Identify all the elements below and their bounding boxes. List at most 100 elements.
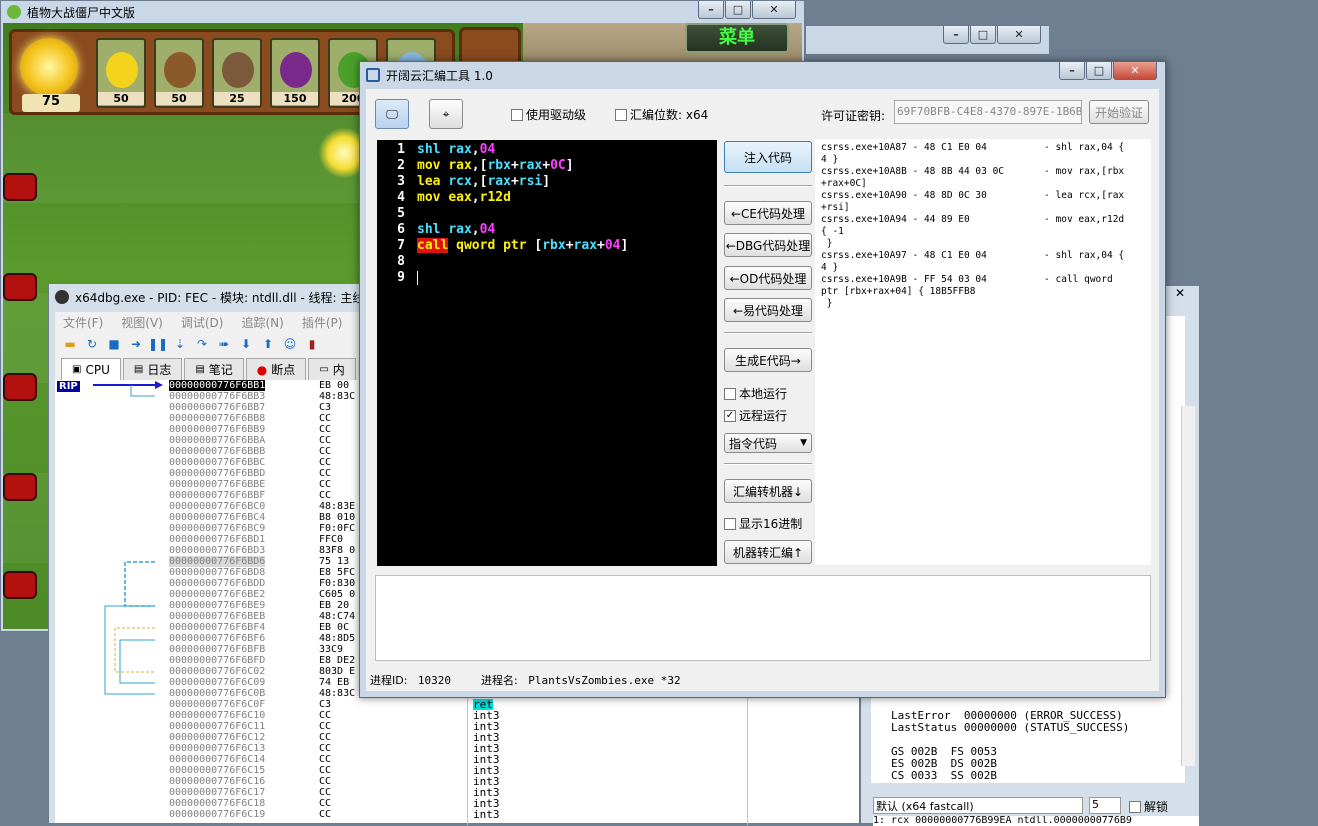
disasm-row[interactable]: 00000000776F6BFD E8 DE2 bbox=[169, 655, 355, 666]
disasm-row[interactable]: 00000000776F6BD8 E8 5FC bbox=[169, 567, 355, 578]
instruction-code-dropdown[interactable]: 指令代码 ▼ bbox=[724, 433, 812, 453]
asm-code-editor[interactable]: 1 shl rax,04 2 mov rax,[rbx+rax+0C] 3 lea rcx… bbox=[377, 140, 717, 566]
checkbox-box[interactable] bbox=[724, 387, 736, 400]
disasm-row[interactable]: 00000000776F6C0F C3 bbox=[169, 699, 331, 710]
ce-process-button[interactable]: ←CE代码处理 bbox=[724, 201, 812, 225]
disasm-row[interactable]: 00000000776F6C0B 48:83C bbox=[169, 688, 355, 699]
license-input[interactable]: 69F70BFB-C4E8-4370-897E-1B6BFC bbox=[894, 100, 1082, 124]
scrollbar[interactable] bbox=[1181, 406, 1195, 766]
open-icon[interactable]: ▬ bbox=[61, 336, 79, 352]
disasm-row[interactable]: 00000000776F6BC9 F0:0FC bbox=[169, 523, 355, 534]
close-button[interactable]: ✕ bbox=[1113, 62, 1157, 80]
tab-breakpoints[interactable]: ● 断点 bbox=[245, 358, 307, 380]
code-line[interactable]: mov rax,[rbx+rax+0C] bbox=[417, 158, 574, 173]
disasm-row[interactable]: 00000000776F6BBE CC bbox=[169, 479, 331, 490]
disasm-row[interactable]: 00000000776F6C17 CC bbox=[169, 787, 331, 798]
disasm-row[interactable]: 00000000776F6C10 CC bbox=[169, 710, 331, 721]
disasm-row[interactable]: 00000000776F6BF4 EB 0C bbox=[169, 622, 349, 633]
disasm-row[interactable]: 00000000776F6BBA CC bbox=[169, 435, 331, 446]
disasm-row[interactable]: 00000000776F6BD3 83F8 0 bbox=[169, 545, 355, 556]
maximize-button[interactable]: □ bbox=[1086, 62, 1112, 80]
seed-packet-sunflower[interactable]: 50 bbox=[96, 38, 146, 108]
menu-trace[interactable]: 追踪(N) bbox=[241, 314, 283, 331]
menu-view[interactable]: 视图(V) bbox=[121, 314, 163, 331]
tab-cpu[interactable]: ▣ CPU bbox=[61, 358, 121, 380]
disasm-row[interactable]: 00000000776F6BC4 B8 010 bbox=[169, 512, 355, 523]
generate-e-code-button[interactable]: 生成E代码→ bbox=[724, 348, 812, 372]
asm-bits-checkbox[interactable]: 汇编位数: x64 bbox=[615, 106, 708, 123]
seed-packet-wallnut[interactable]: 50 bbox=[154, 38, 204, 108]
patch-icon[interactable]: ▮ bbox=[303, 336, 321, 352]
disasm-row[interactable]: 00000000776F6BEB 48:C74 bbox=[169, 611, 355, 622]
disasm-row[interactable]: 00000000776F6BD1 FFC0 bbox=[169, 534, 343, 545]
disasm-row[interactable]: 00000000776F6C13 CC bbox=[169, 743, 331, 754]
minimize-button[interactable]: – bbox=[943, 26, 969, 44]
disasm-row[interactable]: 00000000776F6C12 CC bbox=[169, 732, 331, 743]
close-button[interactable]: ✕ bbox=[997, 26, 1041, 44]
crosshair-icon[interactable]: ⌖ bbox=[429, 99, 463, 129]
disasm-row[interactable]: 00000000776F6BBD CC bbox=[169, 468, 331, 479]
pause-icon[interactable]: ❚❚ bbox=[148, 336, 168, 352]
use-driver-checkbox[interactable]: 使用驱动级 bbox=[511, 106, 586, 123]
seed-packet-chomper[interactable]: 150 bbox=[270, 38, 320, 108]
restart-icon[interactable]: ↻ bbox=[83, 336, 101, 352]
disasm-row[interactable]: 00000000776F6BF6 48:8D5 bbox=[169, 633, 355, 644]
tab-notes[interactable]: ▤ 笔记 bbox=[184, 358, 244, 380]
code-line[interactable]: lea rcx,[rax+rsi] bbox=[417, 174, 550, 189]
code-line[interactable]: mov eax,r12d bbox=[417, 190, 511, 205]
local-run-checkbox[interactable]: 本地运行 bbox=[724, 385, 787, 402]
close-button[interactable]: ✕ bbox=[752, 1, 796, 19]
minimize-button[interactable]: – bbox=[1059, 62, 1085, 80]
disasm-row[interactable]: 00000000776F6C18 CC bbox=[169, 798, 331, 809]
disasm-row[interactable]: 00000000776F6BB8 CC bbox=[169, 413, 331, 424]
od-process-button[interactable]: ←OD代码处理 bbox=[724, 266, 812, 290]
tab-log[interactable]: ▤ 日志 bbox=[122, 358, 183, 380]
disasm-row[interactable]: 00000000776F6BB3 48:83C bbox=[169, 391, 355, 402]
monitor-icon[interactable]: 🖵 bbox=[375, 99, 409, 129]
disasm-row[interactable]: 00000000776F6BD6 75 13 bbox=[169, 556, 349, 567]
checkbox-box[interactable] bbox=[724, 517, 736, 530]
code-line[interactable]: shl rax,04 bbox=[417, 142, 495, 157]
run-icon[interactable]: ➜ bbox=[127, 336, 145, 352]
minimize-button[interactable]: – bbox=[698, 1, 724, 19]
disasm-row[interactable]: 00000000776F6BDD F0:830 bbox=[169, 578, 355, 589]
arg-count-input[interactable]: 5 bbox=[1089, 797, 1121, 814]
checkbox-checked[interactable]: ✓ bbox=[724, 409, 736, 422]
disasm-row[interactable]: 00000000776F6C16 CC bbox=[169, 776, 331, 787]
disasm-row[interactable]: 00000000776F6BE9 EB 20 bbox=[169, 600, 349, 611]
disasm-row[interactable]: 00000000776F6C09 74 EB bbox=[169, 677, 349, 688]
asm-to-machine-button[interactable]: 汇编转机器↓ bbox=[724, 479, 812, 503]
run-to-user-icon[interactable]: ⬆ bbox=[259, 336, 277, 352]
disasm-row[interactable]: 00000000776F6BBB CC bbox=[169, 446, 331, 457]
close-icon[interactable]: ✕ bbox=[1161, 286, 1199, 300]
code-line[interactable]: call qword ptr [rbx+rax+04] bbox=[417, 238, 628, 253]
remote-run-checkbox[interactable]: ✓ 远程运行 bbox=[724, 407, 787, 424]
disasm-row[interactable]: 00000000776F6BBC CC bbox=[169, 457, 331, 468]
disasm-row[interactable]: 00000000776F6C11 CC bbox=[169, 721, 331, 732]
disasm-row[interactable]: 00000000776F6BFB 33C9 bbox=[169, 644, 343, 655]
step-into-icon[interactable]: ⇣ bbox=[171, 336, 189, 352]
menu-plugins[interactable]: 插件(P) bbox=[302, 314, 343, 331]
menu-file[interactable]: 文件(F) bbox=[63, 314, 103, 331]
disasm-row[interactable]: 00000000776F6C19 CC bbox=[169, 809, 331, 820]
checkbox-box[interactable] bbox=[615, 108, 627, 121]
stop-icon[interactable]: ■ bbox=[105, 336, 123, 352]
disasm-row[interactable]: 00000000776F6C15 CC bbox=[169, 765, 331, 776]
disasm-row[interactable]: 00000000776F6BBF CC bbox=[169, 490, 331, 501]
calling-convention-select[interactable]: 默认 (x64 fastcall) bbox=[873, 797, 1083, 814]
machine-code-output[interactable]: csrss.exe+10A87 - 48 C1 E0 04 - shl rax,… bbox=[815, 139, 1151, 565]
code-line[interactable]: shl rax,04 bbox=[417, 222, 495, 237]
log-textbox[interactable] bbox=[375, 575, 1151, 661]
disasm-row[interactable]: 00000000776F6C14 CC bbox=[169, 754, 331, 765]
verify-button[interactable]: 开始验证 bbox=[1089, 100, 1149, 124]
checkbox-box[interactable] bbox=[511, 108, 523, 121]
unlock-checkbox[interactable]: 解锁 bbox=[1129, 798, 1168, 815]
disasm-row[interactable]: 00000000776F6BE2 C605 0 bbox=[169, 589, 355, 600]
inject-code-button[interactable]: 注入代码 bbox=[724, 141, 812, 173]
maximize-button[interactable]: □ bbox=[970, 26, 996, 44]
disasm-row[interactable]: 00000000776F6BB1 EB 00 bbox=[169, 380, 349, 391]
checkbox-box[interactable] bbox=[1129, 800, 1141, 813]
tab-memory[interactable]: ▭ 内 bbox=[308, 358, 356, 380]
maximize-button[interactable]: □ bbox=[725, 1, 751, 19]
menu-debug[interactable]: 调试(D) bbox=[181, 314, 224, 331]
